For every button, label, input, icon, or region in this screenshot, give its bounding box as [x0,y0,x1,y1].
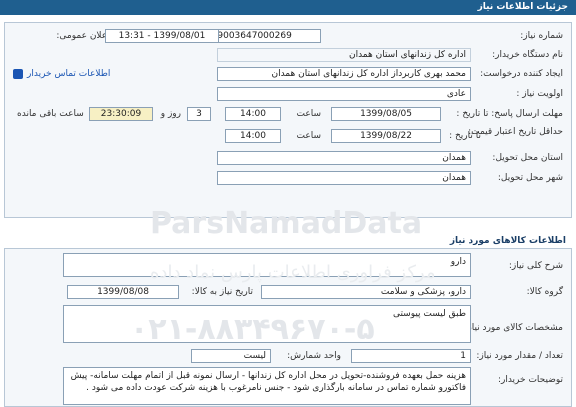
creator-field: محمد بهری کاربرداز اداره کل زندانهای است… [217,67,471,81]
qty-label: تعداد / مقدار مورد نیاز: [476,351,563,361]
price-validity-label: حداقل تاریخ اعتبار قیمت: [468,127,563,137]
group-label: گروه کالا: [526,287,563,297]
goods-info-panel: شرح کلی نیاز: دارو گروه کالا: دارو، پزشک… [4,248,572,407]
price-date-field: 1399/08/22 [331,129,441,143]
unit-field: لیست [191,349,271,363]
city-field: همدان [217,171,471,185]
buyer-field: اداره کل زندانهای استان همدان [217,48,471,62]
need-info-panel: شماره نیاز: 1299003647000269 تاریخ و ساع… [4,22,572,218]
province-label: استان محل تحویل: [492,153,563,163]
need-date-field: 1399/08/08 [67,285,179,299]
group-field: دارو، پزشکی و سلامت [261,285,471,299]
price-time-label: ساعت [296,131,322,141]
priority-label: اولویت نیاز : [516,89,563,99]
remaining-days-field: 3 [187,107,211,121]
buyer-label: نام دستگاه خریدار: [492,50,563,60]
price-time-field: 14:00 [225,129,281,143]
days-label: روز و [160,109,181,119]
spec-label: مشخصات کالای مورد نیاز: [464,323,563,333]
contact-card-icon[interactable] [13,69,23,79]
need-number-label: شماره نیاز: [520,31,563,41]
reply-time-field: 14:00 [225,107,281,121]
reply-date-field: 1399/08/05 [331,107,441,121]
goods-section-title: اطلاعات کالاهای مورد نیاز [4,234,572,248]
remaining-time-field: 23:30:09 [89,107,153,121]
province-field: همدان [217,151,471,165]
buyer-contact-link[interactable]: اطلاعات تماس خریدار [27,67,110,81]
general-desc-field: دارو [63,253,471,277]
remaining-label: ساعت باقی مانده [17,109,84,119]
qty-field: 1 [351,349,471,363]
city-label: شهر محل تحویل: [497,173,563,183]
reply-time-label: ساعت [296,109,322,119]
buyer-notes-label: توضیحات خریدار: [497,375,563,385]
page-header: جزئیات اطلاعات نیاز [0,0,576,15]
spec-field: طبق لیست پیوستی [63,305,471,343]
general-desc-label: شرح کلی نیاز: [508,261,563,271]
page-title: جزئیات اطلاعات نیاز [477,2,568,12]
announce-date-field: 1399/08/01 - 13:31 [105,29,219,43]
unit-label: واحد شمارش: [287,351,341,361]
need-date-label: تاریخ نیاز به کالا: [191,287,253,297]
reply-deadline-label: مهلت ارسال پاسخ: تا تاریخ : [456,109,563,119]
creator-label: ایجاد کننده درخواست: [480,69,563,79]
priority-field: عادی [217,87,471,101]
buyer-notes-field: هزینه حمل بعهده فروشنده-تحویل در محل ادا… [63,367,471,405]
price-until-label: تا تاریخ : [449,131,481,141]
